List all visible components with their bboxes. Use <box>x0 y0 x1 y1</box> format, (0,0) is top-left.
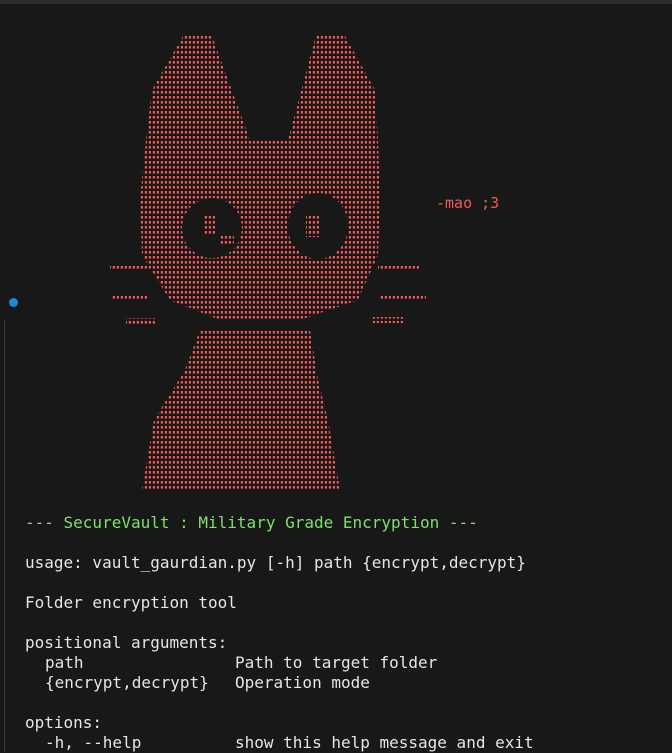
positional-arg-name: path <box>45 653 84 672</box>
option-help: show this help message and exit <box>235 733 534 752</box>
tool-description: Folder encryption tool <box>25 593 237 612</box>
positional-arg-name: {encrypt,decrypt} <box>45 673 209 692</box>
options-header: options: <box>25 713 103 732</box>
positional-arg-help: Path to target folder <box>235 653 438 672</box>
usage-line: usage: vault_gaurdian.py [-h] path {encr… <box>25 553 526 572</box>
ascii-art-caption: -mao ;3 <box>436 194 500 212</box>
banner-title: --- SecureVault : Military Grade Encrypt… <box>25 513 478 532</box>
option-name: -h, --help <box>45 733 142 752</box>
positional-header: positional arguments: <box>25 633 228 652</box>
positional-arg-help: Operation mode <box>235 673 370 692</box>
ascii-cat-art <box>110 36 426 490</box>
